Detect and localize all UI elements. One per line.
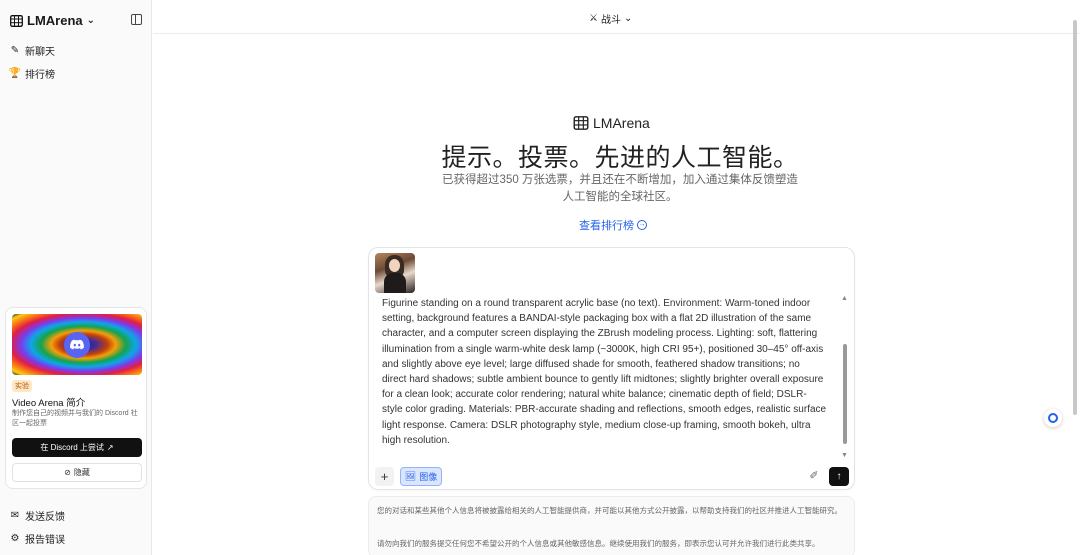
page-scrollbar[interactable] [1073,20,1077,415]
feedback-icon: ✉ [10,509,20,521]
hero-subtitle: 已获得超过350 万张选票，并且还在不断增加，加入通过集体反馈塑造人工智能的全球… [442,174,798,203]
edit-icon: ✎ [10,44,20,56]
thumbnail-face [389,259,400,272]
sidebar-item-leaderboard[interactable]: 🏆 排行榜 [8,66,55,81]
image-icon: 🖼 [404,471,417,481]
notice-line-2: 请勿向我们的服务提交任何您不希望公开的个人信息或其他敏感信息。继续使用我们的服务… [377,539,820,548]
image-mode-button[interactable]: 🖼 图像 [400,467,442,486]
sidebar-collapse-icon[interactable] [131,14,142,25]
video-arena-promo: 实验 Video Arena 简介 制作您自己的视频并与我们的 Discord … [5,307,147,489]
sidebar-item-label: 发送反馈 [25,512,65,523]
scroll-up-icon[interactable]: ▲ [841,295,848,302]
eye-off-icon: ⊘ [64,468,71,477]
mode-selector[interactable]: ⚔ 战斗 ⌄ [589,11,632,26]
add-attachment-button[interactable]: + [375,467,394,486]
chevron-down-icon: ⌄ [623,13,633,24]
hero-logo-text: LMArena [593,115,650,131]
sidebar-item-new-chat[interactable]: ✎ 新聊天 [10,43,55,58]
hero-logo: LMArena [573,115,650,131]
promo-title: Video Arena 简介 [12,398,86,409]
external-link-icon: ↗ [106,443,114,452]
image-mode-label: 图像 [419,472,438,482]
swords-icon: ⚔ [589,13,598,24]
sidebar: LMArena ⌄ ✎ 新聊天 🏆 排行榜 实验 Video Arena 简介 … [0,0,152,555]
sidebar-item-label: 新聊天 [25,47,55,58]
sidebar-item-feedback[interactable]: ✉ 发送反馈 [10,508,65,523]
prompt-composer: Figurine standing on a round transparent… [368,247,855,490]
hide-promo-button[interactable]: ⊘ 隐藏 [12,463,142,482]
arrow-right-circle-icon: → [637,220,647,230]
promo-description: 制作您自己的视频并与我们的 Discord 社区一起投票 [12,410,138,427]
prompt-textarea[interactable]: Figurine standing on a round transparent… [382,296,827,464]
chevron-down-icon: ⌄ [86,15,96,26]
prompt-scrollbar[interactable] [843,344,847,444]
view-leaderboard-link[interactable]: 查看排行榜 → [579,217,647,233]
attached-image-thumbnail[interactable] [375,253,415,293]
brand-switcher[interactable]: LMArena ⌄ [10,13,95,28]
sidebar-item-report-bug[interactable]: ⚙ 报告错误 [10,531,65,546]
trophy-icon: 🏆 [8,67,22,79]
grid-logo-icon [573,116,589,130]
brand-name: LMArena [27,13,83,28]
thumbnail-body [384,273,406,293]
grid-logo-icon [10,14,23,27]
mode-label: 战斗 [600,15,621,26]
try-on-discord-label: 在 Discord 上尝试 [40,443,104,452]
top-bar: ⚔ 战斗 ⌄ [153,0,1080,34]
app-root: LMArena ⌄ ✎ 新聊天 🏆 排行榜 实验 Video Arena 简介 … [0,0,1080,555]
view-leaderboard-label: 查看排行榜 [579,220,634,232]
experimental-badge: 实验 [12,380,32,392]
discord-icon [64,331,90,358]
notice-line-1: 您的对话和某些其他个人信息将被披露给相关的人工智能提供商，并可能以其他方式公开披… [377,506,842,515]
bug-icon: ⚙ [10,532,20,544]
privacy-notice: 您的对话和某些其他个人信息将被披露给相关的人工智能提供商，并可能以其他方式公开披… [368,496,855,555]
sidebar-item-label: 排行榜 [25,70,55,81]
wand-icon[interactable]: ✐ [807,469,821,483]
sidebar-item-label: 报告错误 [25,535,65,546]
assistant-ring [1048,413,1058,423]
send-button[interactable]: ↑ [829,467,849,486]
hero-title: 提示。投票。先进的人工智能。 [441,144,799,172]
assistant-float-icon[interactable] [1044,409,1062,427]
scroll-down-icon[interactable]: ▼ [841,452,848,459]
try-on-discord-button[interactable]: 在 Discord 上尝试 ↗ [12,438,142,457]
hide-label: 隐藏 [73,468,90,477]
promo-image [12,314,142,375]
